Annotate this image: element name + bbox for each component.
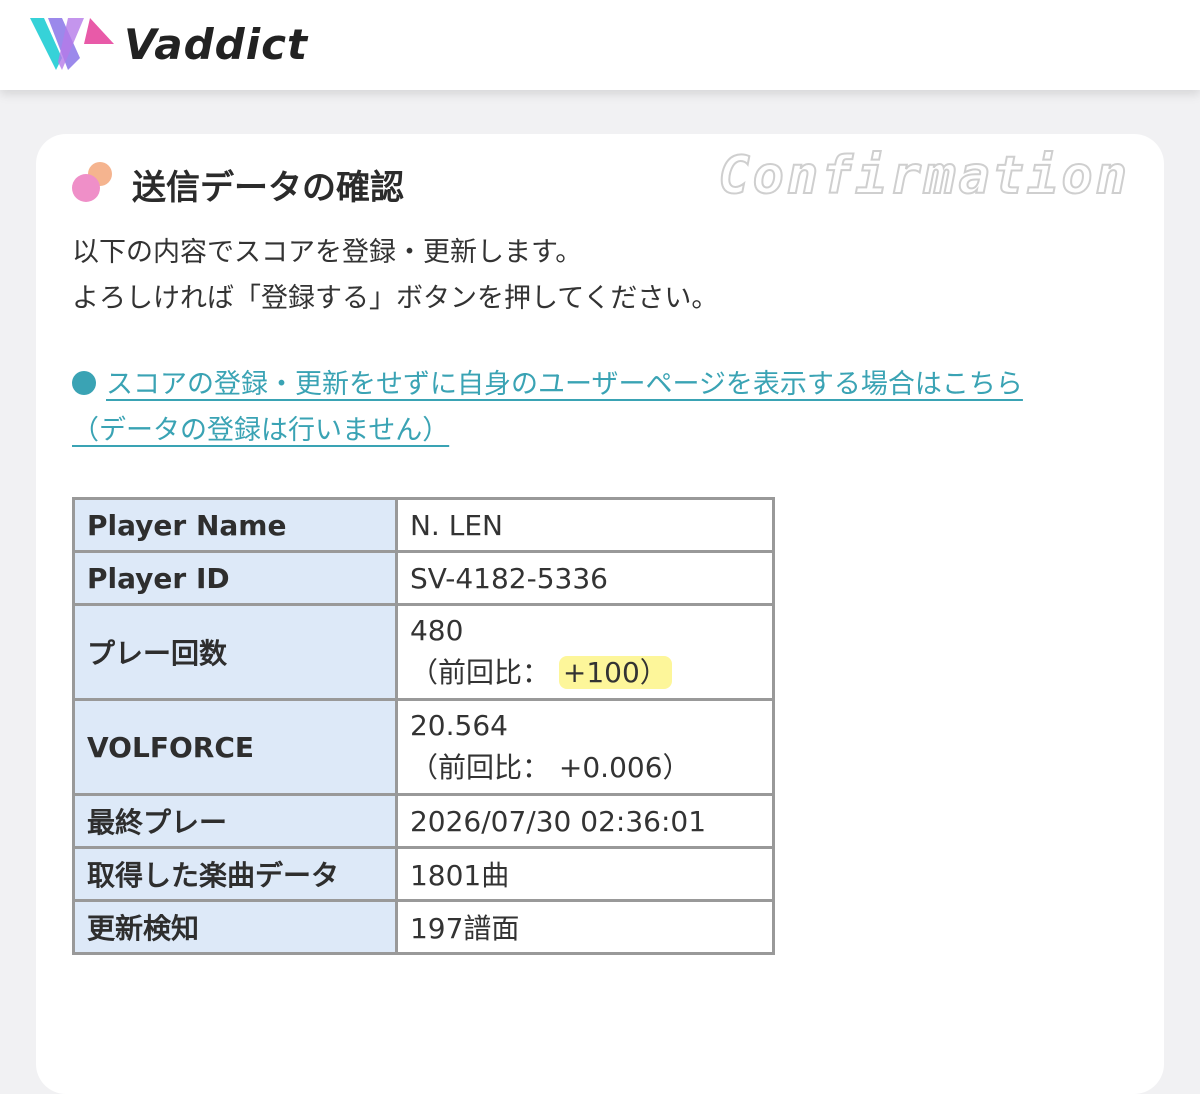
brand-name[interactable]: Vaddict (124, 20, 308, 69)
diff-value-highlight: +100） (558, 655, 672, 689)
page-title-english: Confirmation (717, 145, 1130, 207)
table-row: プレー回数 480 （前回比： +100） (72, 603, 776, 701)
table-row: 取得した楽曲データ 1801曲 (72, 846, 776, 902)
data-table: Player Name N. LEN Player ID SV-4182-533… (72, 497, 776, 955)
table-row: Player Name N. LEN (72, 497, 776, 553)
vaddict-logo-icon[interactable] (28, 14, 120, 74)
table-row: VOLFORCE 20.564 （前回比： +0.006） (72, 698, 776, 796)
row-value: SV-4182-5336 (394, 550, 776, 606)
diff-value: +0.006） (558, 750, 691, 784)
description: 以下の内容でスコアを登録・更新します。 よろしければ「登録する」ボタンを押してく… (72, 230, 718, 322)
row-label: Player Name (72, 497, 398, 553)
table-row: Player ID SV-4182-5336 (72, 550, 776, 606)
description-line: よろしければ「登録する」ボタンを押してください。 (72, 283, 719, 314)
row-label: 取得した楽曲データ (72, 846, 398, 902)
page-title: 送信データの確認 (132, 168, 404, 208)
table-row: 更新検知 197譜面 (72, 899, 776, 955)
row-sub: （前回比： +100） (410, 651, 760, 691)
row-value: N. LEN (394, 497, 776, 553)
user-page-link-line2[interactable]: （データの登録は行いません） (72, 415, 449, 446)
table-row: 最終プレー 2026/07/30 02:36:01 (72, 793, 776, 849)
row-sub: （前回比： +0.006） (410, 746, 760, 786)
user-page-link-line1[interactable]: スコアの登録・更新をせずに自身のユーザーページを表示する場合はこちら (72, 369, 1023, 400)
row-value: 197譜面 (394, 899, 776, 955)
site-header: Vaddict (0, 0, 1200, 90)
row-label: 更新検知 (72, 899, 398, 955)
description-line: 以下の内容でスコアを登録・更新します。 (72, 237, 583, 268)
user-page-link[interactable]: スコアの登録・更新をせずに自身のユーザーページを表示する場合はこちら （データの… (72, 362, 1132, 454)
bullet-icon (72, 371, 96, 395)
row-value: 20.564 (409, 708, 508, 742)
link-text[interactable]: スコアの登録・更新をせずに自身のユーザーページを表示する場合はこちら (106, 369, 1023, 400)
row-value-cell: 480 （前回比： +100） (394, 603, 776, 701)
row-label: 最終プレー (72, 793, 398, 849)
diff-prefix: （前回比： (409, 655, 550, 689)
row-label: Player ID (72, 550, 398, 606)
row-value: 480 (409, 613, 464, 647)
title-dots-icon (72, 162, 112, 202)
diff-prefix: （前回比： (409, 750, 550, 784)
row-value: 2026/07/30 02:36:01 (394, 793, 776, 849)
row-value-cell: 20.564 （前回比： +0.006） (394, 698, 776, 796)
row-label: プレー回数 (72, 603, 398, 701)
row-label: VOLFORCE (72, 698, 398, 796)
row-value: 1801曲 (394, 846, 776, 902)
